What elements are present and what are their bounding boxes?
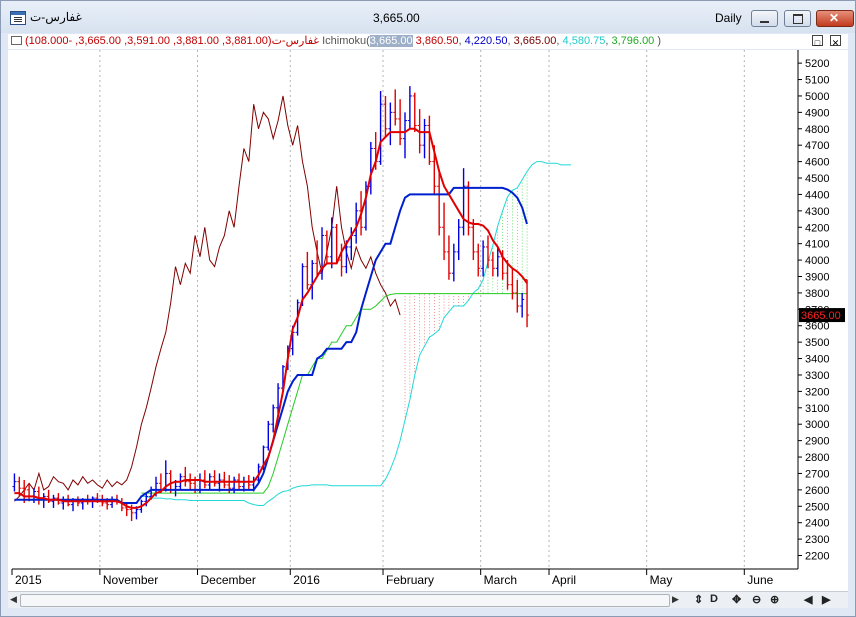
y-tick-label: 2400: [805, 518, 829, 530]
y-tick-label: 4100: [805, 239, 829, 251]
scroll-right-button[interactable]: ▶: [822, 593, 830, 606]
sync-button[interactable]: ⇕: [694, 593, 703, 606]
y-tick-label: 3200: [805, 386, 829, 398]
legend-value-chikou: 3,665.00: [513, 35, 557, 47]
chart-area[interactable]: 2200 2300 2400 2500 2600 2700 2800 2900 3000 3100…: [8, 50, 848, 591]
legend-indicator: Ichimoku: [322, 35, 367, 47]
y-tick-label: 3800: [805, 288, 829, 300]
period-label: Daily: [715, 11, 742, 25]
tenkan-line: [14, 127, 528, 509]
zoom-in-button[interactable]: ⊕: [770, 593, 779, 606]
y-tick-label: 3000: [805, 419, 829, 431]
y-tick-label: 4600: [805, 157, 829, 169]
x-tick-label: February: [386, 573, 434, 587]
y-tick-label: 3600: [805, 321, 829, 333]
scroll-right-arrow-icon[interactable]: ▶: [672, 594, 679, 605]
legend-value-kijun: 4,220.50: [464, 35, 508, 47]
scrollbar-thumb[interactable]: [20, 594, 670, 607]
horizontal-scrollbar[interactable]: ◀ ▶ ⇕ D ✥ ⊖ ⊕ ◀ ▶: [8, 591, 848, 608]
x-tick-label: 2015: [15, 573, 42, 587]
restore-pane-button[interactable]: □: [812, 35, 823, 48]
close-button[interactable]: [816, 10, 854, 27]
x-tick-label: April: [552, 573, 576, 587]
y-tick-label: 3500: [805, 337, 829, 349]
legend-symbol: غفارس-ت: [271, 35, 320, 47]
chikou-line: [14, 95, 401, 502]
y-tick-label: 5100: [805, 75, 829, 87]
y-tick-label: 2700: [805, 468, 829, 480]
y-tick-label: 4500: [805, 173, 829, 185]
x-tick-label: 2016: [293, 573, 320, 587]
minimize-button[interactable]: [751, 10, 778, 27]
scroll-left-arrow-icon[interactable]: ◀: [10, 594, 17, 605]
legend-value-senkou-b: 3,796.00: [611, 35, 655, 47]
kijun-line: [14, 186, 528, 504]
y-tick-label: 4300: [805, 206, 829, 218]
x-tick-label: November: [103, 573, 158, 587]
legend-bar: غفارس-ت(3,881.00, 3,881.00, 3,591.00, 3,…: [8, 34, 848, 49]
last-price-label: 3665.00: [801, 310, 841, 322]
chart-window: غفارس-ت 3,665.00 Daily غفارس-ت(3,881.00,…: [0, 0, 856, 617]
y-tick-label: 2200: [805, 551, 829, 563]
scroll-left-button[interactable]: ◀: [804, 593, 812, 606]
y-tick-label: 2600: [805, 485, 829, 497]
x-tick-label: May: [650, 573, 673, 587]
y-tick-label: 4800: [805, 124, 829, 136]
move-button[interactable]: ✥: [732, 593, 741, 606]
legend-value-close: 3,665.00: [369, 35, 413, 47]
y-tick-label: 4000: [805, 255, 829, 267]
data-button[interactable]: D: [710, 593, 718, 605]
chart-window-icon[interactable]: [10, 11, 26, 25]
window-title: غفارس-ت: [30, 10, 82, 24]
zoom-out-button[interactable]: ⊖: [752, 593, 761, 606]
y-tick-label: 2300: [805, 534, 829, 546]
y-tick-label: 3100: [805, 403, 829, 415]
y-tick-label: 5200: [805, 58, 829, 70]
x-tick-label: March: [484, 573, 517, 587]
y-tick-label: 3900: [805, 271, 829, 283]
title-bar[interactable]: غفارس-ت 3,665.00 Daily: [1, 1, 855, 33]
legend-paren-close: ): [657, 35, 662, 47]
ichimoku-chart[interactable]: 2200 2300 2400 2500 2600 2700 2800 2900 3000 3100…: [8, 50, 848, 591]
x-tick-label: June: [747, 573, 773, 587]
y-tick-label: 5000: [805, 91, 829, 103]
legend-value-senkou-a: 4,580.75: [562, 35, 606, 47]
legend-value-tenkan: 3,860.50: [415, 35, 459, 47]
y-tick-label: 4900: [805, 107, 829, 119]
y-tick-label: 4700: [805, 140, 829, 152]
senkou-b-line: [141, 293, 527, 494]
y-tick-label: 2500: [805, 501, 829, 513]
x-tick-label: December: [201, 573, 256, 587]
y-tick-label: 4400: [805, 189, 829, 201]
y-tick-label: 3400: [805, 354, 829, 366]
y-tick-label: 2800: [805, 452, 829, 464]
y-tick-label: 3300: [805, 370, 829, 382]
y-tick-label: 4200: [805, 222, 829, 234]
maximize-button[interactable]: [784, 10, 811, 27]
y-tick-label: 2900: [805, 436, 829, 448]
indicator-icon: [11, 36, 22, 45]
last-price: 3,665.00: [373, 11, 420, 25]
legend-ohlc: (3,881.00, 3,881.00, 3,591.00, 3,665.00,…: [25, 35, 272, 47]
close-pane-button[interactable]: ✕: [830, 35, 841, 48]
